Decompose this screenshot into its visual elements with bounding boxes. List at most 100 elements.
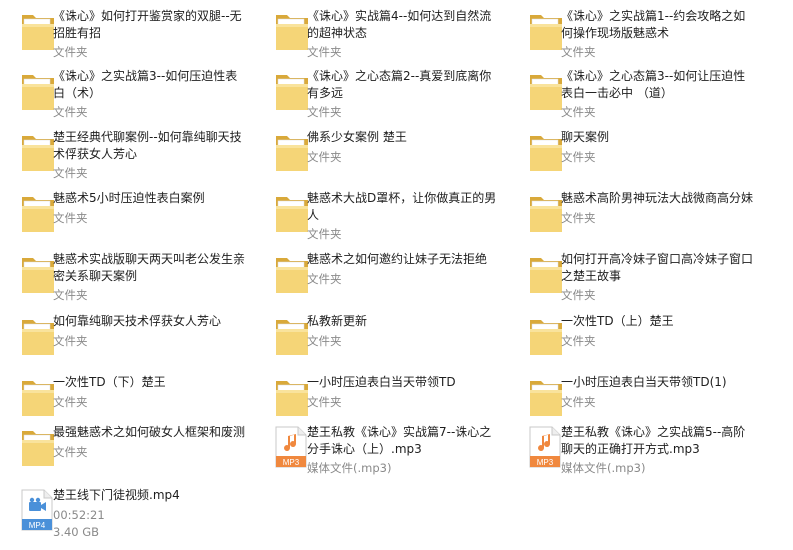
folder-item[interactable]: 私教新更新 文件夹 [254,313,504,371]
item-name: 魅惑术5小时压迫性表白案例 [53,191,205,205]
item-name: 魅惑术大战D罩杯，让你做真正的男人 [307,191,497,222]
file-grid: 《诛心》如何打开鉴赏家的双腿--无招胜有招 文件夹 《诛心》实战篇4--如何达到自然… [0,0,793,550]
folder-icon [274,315,310,357]
folder-item[interactable]: 《诛心》之实战篇1--约会攻略之如何操作现场版魅惑术文件夹 [508,8,758,66]
item-type: 文件夹 [53,334,88,348]
mp4-file-icon: MP4 [20,489,56,531]
folder-item[interactable]: 如何靠纯聊天技术俘获女人芳心 文件夹 [0,313,250,371]
folder-icon [528,315,564,357]
item-type: 文件夹 [561,150,596,164]
svg-text:MP3: MP3 [537,458,554,467]
item-name: 佛系少女案例 楚王 [307,130,407,144]
item-name: 一小时压迫表白当天带领TD(1) [561,375,727,389]
file-item[interactable]: MP3 楚王私教《诛心》实战篇7--诛心之分手诛心（上）.mp3 媒体文件(.mp3… [254,424,504,482]
folder-icon [528,376,564,418]
item-name: 如何靠纯聊天技术俘获女人芳心 [53,314,222,328]
mp3-file-icon: MP3 [274,426,310,468]
folder-item[interactable]: 魅惑术之如何邀约让妹子无法拒绝 文件夹 [254,251,504,309]
folder-icon [528,192,564,234]
folder-item[interactable]: 《诛心》如何打开鉴赏家的双腿--无招胜有招文件夹 [0,8,250,66]
folder-icon [20,315,56,357]
folder-icon [274,70,310,112]
item-name: 《诛心》如何打开鉴赏家的双腿--无招胜有招 [53,9,242,40]
item-name: 最强魅惑术之如何破女人框架和废测 [53,425,246,439]
folder-item[interactable]: 佛系少女案例 楚王 文件夹 [254,129,504,187]
folder-icon [274,10,310,52]
item-name: 魅惑术之如何邀约让妹子无法拒绝 [307,252,488,266]
item-name: 《诛心》之实战篇3--如何压迫性表白（术） [53,69,238,100]
folder-item[interactable]: 如何打开高冷妹子窗口高冷妹子窗口之楚王故事文件夹 [508,251,758,309]
item-type: 文件夹 [561,45,596,59]
item-type: 00:52:21 [53,508,105,522]
folder-icon [274,253,310,295]
file-item[interactable]: MP3 楚王私教《诛心》之实战篇5--高阶聊天的正确打开方式.mp3 媒体文件(.m… [508,424,758,482]
item-type: 媒体文件(.mp3) [561,461,646,475]
item-type: 文件夹 [307,227,342,241]
folder-icon [20,192,56,234]
item-name: 聊天案例 [561,130,610,144]
folder-icon [528,70,564,112]
folder-item[interactable]: 《诛心》之心态篇2--真爱到底离你有多远文件夹 [254,68,504,126]
folder-icon [528,10,564,52]
item-type: 文件夹 [53,105,88,119]
item-type: 文件夹 [53,166,88,180]
folder-item[interactable]: 《诛心》之实战篇3--如何压迫性表白（术） 文件夹 [0,68,250,126]
item-name: 一次性TD（下）楚王 [53,375,166,389]
folder-icon [20,426,56,468]
mp3-file-icon: MP3 [528,426,564,468]
folder-icon [528,131,564,173]
folder-item[interactable]: 魅惑术5小时压迫性表白案例 文件夹 [0,190,250,248]
folder-icon [528,253,564,295]
item-type: 文件夹 [53,45,88,59]
item-name: 楚王线下门徒视频.mp4 [53,488,180,502]
item-name: 如何打开高冷妹子窗口高冷妹子窗口之楚王故事 [561,252,754,283]
item-type: 文件夹 [561,395,596,409]
item-name: 魅惑术实战版聊天两天叫老公发生亲密关系聊天案例 [53,252,246,283]
item-type: 文件夹 [307,105,342,119]
item-size: 3.40 GB [53,525,100,539]
item-type: 文件夹 [561,211,596,225]
folder-item[interactable]: 《诛心》之心态篇3--如何让压迫性表白一击必中 （道） 文件夹 [508,68,758,126]
folder-item[interactable]: 魅惑术高阶男神玩法大战微商高分妹 文件夹 [508,190,758,248]
item-name: 《诛心》实战篇4--如何达到自然流的超神状态 [307,9,492,40]
item-type: 文件夹 [307,150,342,164]
svg-text:MP3: MP3 [283,458,300,467]
folder-item[interactable]: 《诛心》实战篇4--如何达到自然流的超神状态文件夹 [254,8,504,66]
folder-item[interactable]: 聊天案例 文件夹 [508,129,758,187]
item-name: 私教新更新 [307,314,368,328]
item-name: 一次性TD（上）楚王 [561,314,674,328]
folder-item[interactable]: 魅惑术大战D罩杯，让你做真正的男人文件夹 [254,190,504,248]
item-name: 《诛心》之实战篇1--约会攻略之如何操作现场版魅惑术 [561,9,746,40]
folder-icon [20,253,56,295]
item-type: 文件夹 [307,334,342,348]
item-type: 文件夹 [53,211,88,225]
item-name: 《诛心》之心态篇2--真爱到底离你有多远 [307,69,492,100]
item-name: 楚王经典代聊案例--如何靠纯聊天技术俘获女人芳心 [53,130,242,161]
folder-item[interactable]: 最强魅惑术之如何破女人框架和废测 文件夹 [0,424,250,482]
folder-item[interactable]: 魅惑术实战版聊天两天叫老公发生亲密关系聊天案例文件夹 [0,251,250,309]
folder-item[interactable]: 楚王经典代聊案例--如何靠纯聊天技术俘获女人芳心文件夹 [0,129,250,187]
item-name: 楚王私教《诛心》之实战篇5--高阶聊天的正确打开方式.mp3 [561,425,746,456]
item-type: 媒体文件(.mp3) [307,461,392,475]
folder-item[interactable]: 一次性TD（上）楚王 文件夹 [508,313,758,371]
item-type: 文件夹 [561,288,596,302]
item-type: 文件夹 [561,334,596,348]
folder-icon [20,10,56,52]
folder-icon [20,376,56,418]
item-type: 文件夹 [53,445,88,459]
item-type: 文件夹 [307,45,342,59]
folder-icon [20,70,56,112]
folder-icon [274,131,310,173]
file-item[interactable]: MP4 楚王线下门徒视频.mp4 00:52:21 3.40 GB [0,487,250,545]
item-type: 文件夹 [307,395,342,409]
item-name: 楚王私教《诛心》实战篇7--诛心之分手诛心（上）.mp3 [307,425,492,456]
item-name: 一小时压迫表白当天带领TD [307,375,456,389]
folder-icon [20,131,56,173]
item-name: 魅惑术高阶男神玩法大战微商高分妹 [561,191,754,205]
item-type: 文件夹 [307,272,342,286]
folder-icon [274,192,310,234]
folder-icon [274,376,310,418]
item-type: 文件夹 [561,105,596,119]
item-type: 文件夹 [53,395,88,409]
item-type: 文件夹 [53,288,88,302]
